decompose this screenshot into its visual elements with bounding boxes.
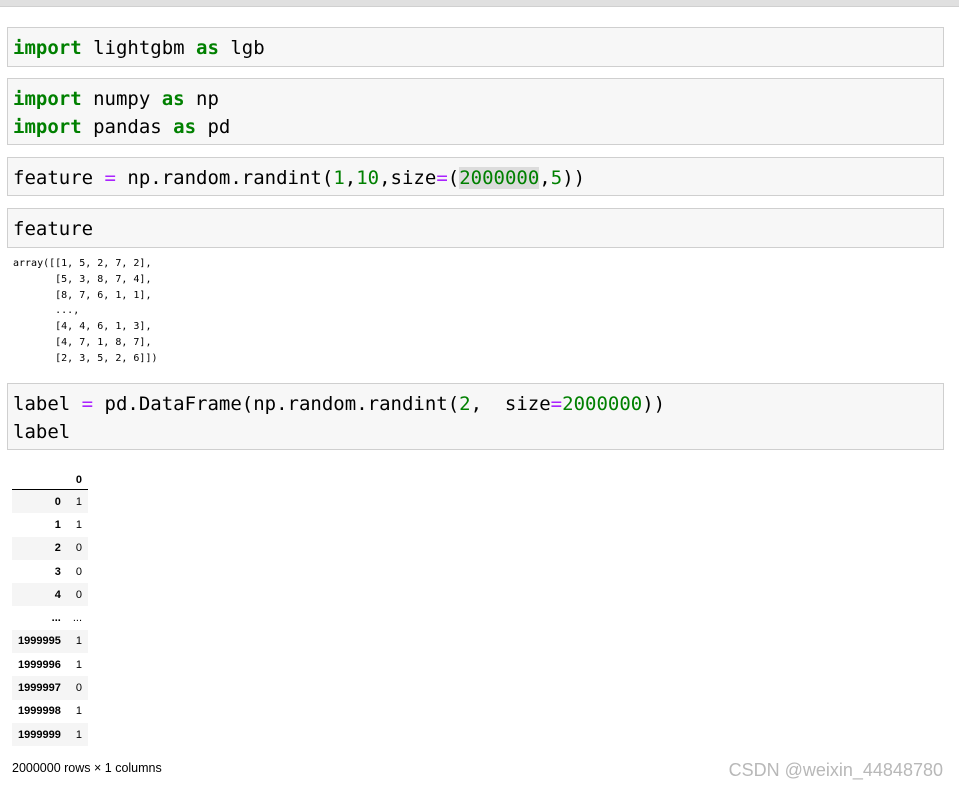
code-token: 2000000 (562, 393, 643, 415)
code-token: label (13, 421, 71, 443)
code-token: = (550, 393, 563, 415)
table-row: 1999999 1 (12, 722, 88, 747)
table-row: 1999997 0 (12, 676, 88, 700)
code-token: = (81, 393, 94, 415)
dataframe-shape-footer: 2000000 rows × 1 columns (12, 761, 162, 775)
row-index: 0 (54, 495, 61, 508)
row-index: 1999997 (18, 682, 61, 695)
table-row: 40 (12, 583, 88, 607)
code-token: , (539, 167, 551, 189)
code-line: import pandas as pd (13, 113, 943, 141)
table-row: 11 (12, 513, 88, 537)
table-row: 1999995 1 (12, 629, 88, 654)
cell-value: 0 (75, 542, 82, 555)
cell-value: 1 (75, 495, 82, 508)
code-token: lgb (218, 37, 265, 59)
code-token: as (161, 88, 185, 110)
row-index: ... (51, 612, 61, 625)
code-line: import lightgbm as lgb (13, 34, 943, 62)
code-line: import numpy as np (13, 85, 943, 113)
code-token: 1 (333, 167, 345, 189)
code-token: np (184, 88, 219, 110)
table-row: 20 (12, 536, 88, 560)
code-token: 2000000 (459, 167, 540, 189)
table-row: 1999998 1 (12, 699, 88, 723)
code-token: numpy (81, 88, 162, 110)
cell-value: 1 (75, 705, 82, 718)
code-token: 10 (356, 167, 380, 189)
cell-value: 0 (75, 588, 82, 601)
cell-value: 1 (75, 728, 82, 741)
code-line: feature = np.random.randint(1,10,size=(2… (13, 164, 943, 192)
code-token: pd.DataFrame(np.random.randint( (93, 393, 460, 415)
cell-value: 1 (75, 658, 82, 671)
row-index: 1999998 (18, 705, 61, 718)
code-token: np.random.randint( (115, 167, 334, 189)
dataframe-header-row: 0 (12, 470, 88, 490)
notebook-top-bar (0, 0, 959, 7)
dataframe-output: 0 0 1 1 1 2 0 3 0 4 0...... 1999995 1 1999996 1 199999… (12, 470, 88, 747)
table-row: 30 (12, 559, 88, 584)
code-token: as (196, 37, 219, 59)
row-index: 2 (54, 542, 61, 555)
code-token: ( (447, 167, 460, 189)
code-cell-feature[interactable]: feature (7, 208, 944, 248)
table-row: 1999996 1 (12, 653, 88, 677)
code-token: as (173, 116, 197, 138)
row-index: 3 (54, 565, 61, 578)
table-row: ...... (12, 606, 88, 630)
code-token: = (436, 167, 448, 189)
code-token: ,size (379, 167, 437, 189)
code-token: lightgbm (81, 37, 197, 59)
code-cell-feature-randint[interactable]: feature = np.random.randint(1,10,size=(2… (7, 157, 944, 196)
code-token: label (13, 393, 82, 415)
code-token: , (344, 167, 357, 189)
code-line: label = pd.DataFrame(np.random.randint(2… (13, 390, 943, 418)
code-cell-label-dataframe[interactable]: label = pd.DataFrame(np.random.randint(2… (7, 383, 944, 450)
code-token: 2 (459, 393, 471, 415)
code-token: = (104, 167, 116, 189)
code-cell-import-numpy-pandas[interactable]: import numpy as np import pandas as pd (7, 78, 944, 145)
cell-value: 0 (75, 682, 82, 695)
dataframe-index-header (12, 470, 67, 490)
code-token: pandas (81, 116, 174, 138)
code-line: label (13, 418, 943, 446)
code-token: )) (642, 393, 666, 415)
table-row: 01 (12, 489, 88, 514)
code-token: import (13, 116, 82, 138)
code-token: pd (196, 116, 231, 138)
code-token: feature (13, 167, 105, 189)
row-index: 1999995 (18, 635, 61, 648)
code-token: import (13, 37, 82, 59)
row-index: 1999999 (18, 728, 61, 741)
array-output: array([[1, 5, 2, 7, 2], [5, 3, 8, 7, 4],… (13, 258, 158, 364)
cell-value: 1 (75, 635, 82, 648)
code-token: 5 (550, 167, 563, 189)
code-cell-import-lightgbm[interactable]: import lightgbm as lgb (7, 27, 944, 67)
row-index: 4 (54, 588, 61, 601)
row-index: 1 (54, 518, 61, 531)
code-token: )) (562, 167, 586, 189)
row-index: 1999996 (18, 658, 61, 671)
cell-value: 0 (75, 565, 82, 578)
cell-value: 1 (75, 518, 82, 531)
code-line: feature (13, 215, 943, 243)
dataframe-column-header: 0 (66, 470, 88, 490)
dataframe-body: 0 1 1 1 2 0 3 0 4 0...... 1999995 1 1999996 1 1999997 0… (12, 489, 88, 747)
cell-value: ... (72, 612, 82, 625)
code-token: feature (13, 218, 94, 240)
csdn-watermark: CSDN @weixin_44848780 (728, 760, 943, 780)
code-token: import (13, 88, 82, 110)
code-token: , size (470, 393, 551, 415)
